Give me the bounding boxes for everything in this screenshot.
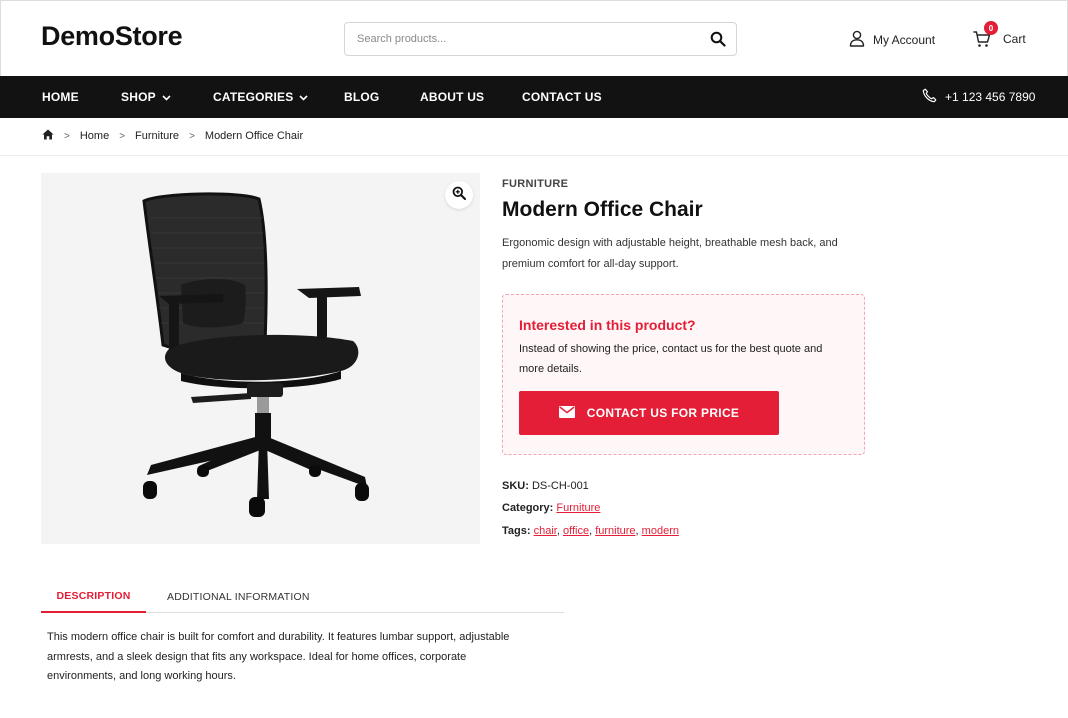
nav-item-label: ABOUT US (420, 90, 485, 104)
nav-item-label: CATEGORIES (213, 90, 294, 104)
envelope-icon (558, 405, 575, 421)
my-account-link[interactable]: My Account (849, 30, 935, 50)
tab-additional-information[interactable]: ADDITIONAL INFORMATION (167, 580, 310, 613)
sku-value: DS-CH-001 (531, 480, 589, 492)
product-category-meta: Category: Furniture (502, 502, 600, 514)
sku-label: SKU: (502, 480, 529, 492)
nav-item-label: BLOG (344, 90, 380, 104)
main-nav: HOME SHOP CATEGORIES BLOG ABOUT US CONTA… (0, 76, 1068, 118)
breadcrumb-divider (0, 155, 1068, 156)
site-logo[interactable]: DemoStore (41, 21, 183, 52)
product-title: Modern Office Chair (502, 198, 703, 221)
phone-icon (922, 88, 937, 106)
nav-item-about-us[interactable]: ABOUT US (420, 76, 484, 118)
office-chair-image (142, 192, 369, 517)
nav-item-contact-us[interactable]: CONTACT US (522, 76, 602, 118)
enquiry-text: Instead of showing the price, contact us… (519, 343, 823, 375)
product-tags: Tags: chair, office, furniture, modern (502, 525, 679, 537)
tag-link-furniture[interactable]: furniture (595, 525, 635, 537)
breadcrumb-separator: > (189, 130, 195, 142)
home-icon[interactable] (42, 129, 54, 143)
enquiry-title: Interested in this product? (519, 317, 696, 333)
tag-link-modern[interactable]: modern (642, 525, 679, 537)
tags-label: Tags: (502, 525, 531, 537)
site-header: DemoStore My Account 0 Cart (0, 0, 1068, 76)
my-account-label: My Account (873, 33, 936, 47)
tag-link-chair[interactable]: chair (534, 525, 557, 537)
category-link[interactable]: Furniture (556, 502, 600, 514)
search-icon[interactable] (710, 31, 726, 47)
product-short-description: Ergonomic design with adjustable height,… (502, 237, 838, 270)
breadcrumb-separator: > (119, 130, 126, 142)
zoom-in-icon (452, 186, 466, 205)
product-tabs: DESCRIPTION ADDITIONAL INFORMATION (41, 580, 564, 613)
nav-phone[interactable]: +1 123 456 7890 (922, 76, 1035, 118)
nav-item-shop[interactable]: SHOP (121, 76, 171, 118)
contact-for-price-button[interactable]: CONTACT US FOR PRICE (519, 391, 779, 435)
breadcrumb-home[interactable]: Home (80, 130, 109, 142)
chevron-down-icon (299, 90, 309, 104)
nav-item-categories[interactable]: CATEGORIES (213, 76, 309, 118)
breadcrumb-current: Modern Office Chair (204, 130, 304, 142)
tag-link-office[interactable]: office (563, 525, 589, 537)
search-input[interactable] (345, 23, 695, 55)
nav-item-blog[interactable]: BLOG (344, 76, 379, 118)
cart-icon (973, 31, 991, 51)
product-image[interactable] (41, 173, 480, 544)
nav-item-label: HOME (42, 90, 79, 104)
cart-label: Cart (1003, 32, 1026, 46)
nav-item-label: CONTACT US (522, 90, 602, 104)
cart-link[interactable]: 0 Cart (973, 21, 1026, 51)
category-label: Category: (502, 502, 554, 514)
chevron-down-icon (162, 90, 171, 104)
breadcrumb: > Home > Furniture > Modern Office Chair (42, 126, 303, 146)
nav-item-label: SHOP (121, 90, 156, 104)
zoom-button[interactable] (445, 181, 473, 209)
contact-for-price-label: CONTACT US FOR PRICE (586, 406, 740, 420)
phone-number: +1 123 456 7890 (945, 90, 1036, 104)
product-category: FURNITURE (502, 178, 569, 190)
user-icon (849, 30, 865, 50)
description-text: This modern office chair is built for co… (47, 631, 510, 682)
cart-icon-wrap: 0 (973, 21, 998, 51)
search-box (344, 22, 737, 56)
product-sku: SKU: DS-CH-001 (502, 480, 589, 492)
nav-item-home[interactable]: HOME (42, 76, 79, 118)
price-enquiry-box: Interested in this product? Instead of s… (502, 294, 865, 455)
cart-count-badge: 0 (984, 21, 998, 35)
breadcrumb-separator: > (64, 130, 70, 142)
tab-description[interactable]: DESCRIPTION (41, 580, 146, 613)
breadcrumb-furniture[interactable]: Furniture (135, 130, 179, 142)
